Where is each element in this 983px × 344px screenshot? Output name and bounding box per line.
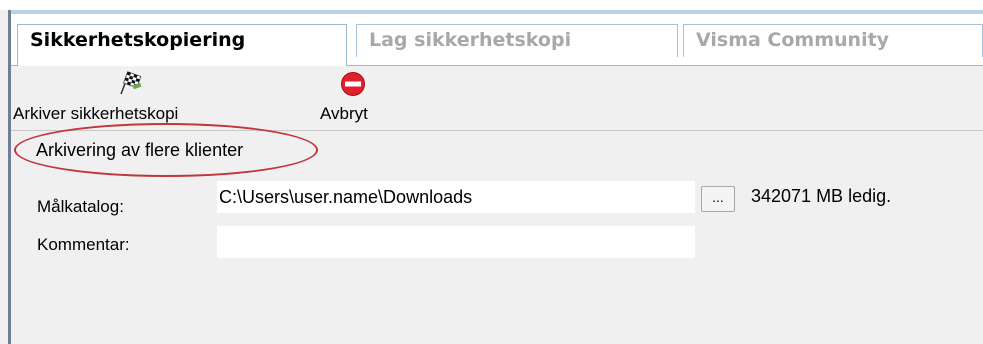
- tab-visma-community[interactable]: Visma Community: [683, 24, 983, 57]
- cancel-button[interactable]: Avbryt: [311, 66, 401, 130]
- free-space-text: 342071 MB ledig.: [751, 186, 892, 206]
- comment-field[interactable]: [217, 226, 695, 258]
- archive-backup-label: Arkiver sikkerhetskopi: [13, 104, 179, 123]
- archive-backup-button[interactable]: Arkiver sikkerhetskopi: [11, 66, 251, 130]
- no-entry-icon: [341, 72, 365, 96]
- tab-sikkerhetskopiering[interactable]: Sikkerhetskopiering: [17, 24, 347, 66]
- highlight-annotation: [14, 123, 318, 177]
- tab-strip-top-border: [11, 10, 983, 14]
- title-band: [0, 0, 983, 10]
- checkered-flag-icon: [120, 71, 142, 95]
- toolbar: Arkiver sikkerhetskopi Avbryt: [11, 66, 983, 130]
- cancel-label: Avbryt: [320, 104, 368, 123]
- comment-label: Kommentar:: [37, 235, 130, 254]
- target-dir-field[interactable]: [217, 181, 695, 213]
- tab-lag-sikkerhetskopi[interactable]: Lag sikkerhetskopi: [356, 24, 678, 57]
- backup-window: Sikkerhetskopiering Lag sikkerhetskopi V…: [0, 0, 983, 344]
- tab-strip: Sikkerhetskopiering Lag sikkerhetskopi V…: [11, 10, 983, 66]
- browse-button[interactable]: ...: [701, 186, 735, 212]
- target-dir-label: Målkatalog:: [37, 197, 124, 216]
